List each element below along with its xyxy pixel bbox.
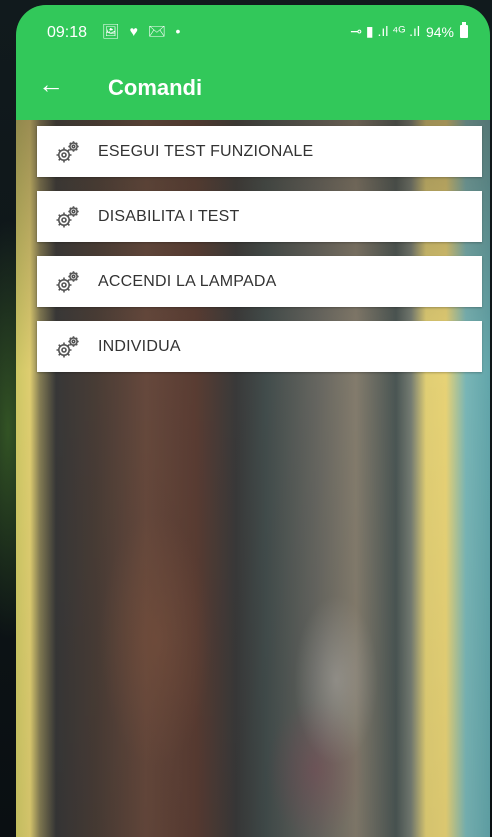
status-time: 09:18 <box>47 24 88 41</box>
notification-icons: 🖼 ♥ ✉ • <box>102 23 184 39</box>
menu-item-disable-tests[interactable]: DISABILITA I TEST <box>37 191 482 242</box>
phone-screen: 09:18 🖼 ♥ ✉ • ⊸ ▮ .ıl ⁴ᴳ .ıl 94% ← Coman… <box>16 5 490 837</box>
arrow-left-icon[interactable]: ← <box>38 69 68 99</box>
menu-item-label: INDIVIDUA <box>98 337 181 355</box>
gears-icon <box>56 270 79 292</box>
gears-icon <box>56 205 79 227</box>
battery-icon <box>460 22 468 38</box>
page-title: Comandi <box>108 75 203 100</box>
menu-item-run-functional-test[interactable]: ESEGUI TEST FUNZIONALE <box>37 126 482 177</box>
status-right-group: ⊸ ▮ .ıl ⁴ᴳ .ıl 94% <box>350 22 468 40</box>
battery-percent: 94% <box>425 23 454 40</box>
menu-item-turn-on-lamp[interactable]: ACCENDI LA LAMPADA <box>37 256 482 307</box>
signal-icon: ⊸ ▮ .ıl ⁴ᴳ .ıl <box>350 23 420 39</box>
gears-icon <box>56 140 79 162</box>
status-bar: 09:18 🖼 ♥ ✉ • ⊸ ▮ .ıl ⁴ᴳ .ıl 94% <box>16 5 490 55</box>
menu-item-label: ACCENDI LA LAMPADA <box>98 272 277 290</box>
menu-item-label: ESEGUI TEST FUNZIONALE <box>98 142 314 160</box>
menu-item-label: DISABILITA I TEST <box>98 207 240 225</box>
menu-item-locate[interactable]: INDIVIDUA <box>37 321 482 372</box>
gears-icon <box>56 335 79 357</box>
command-list: ESEGUI TEST FUNZIONALE DISABILITA I TEST <box>37 126 482 386</box>
app-bar: ← Comandi <box>16 55 490 120</box>
